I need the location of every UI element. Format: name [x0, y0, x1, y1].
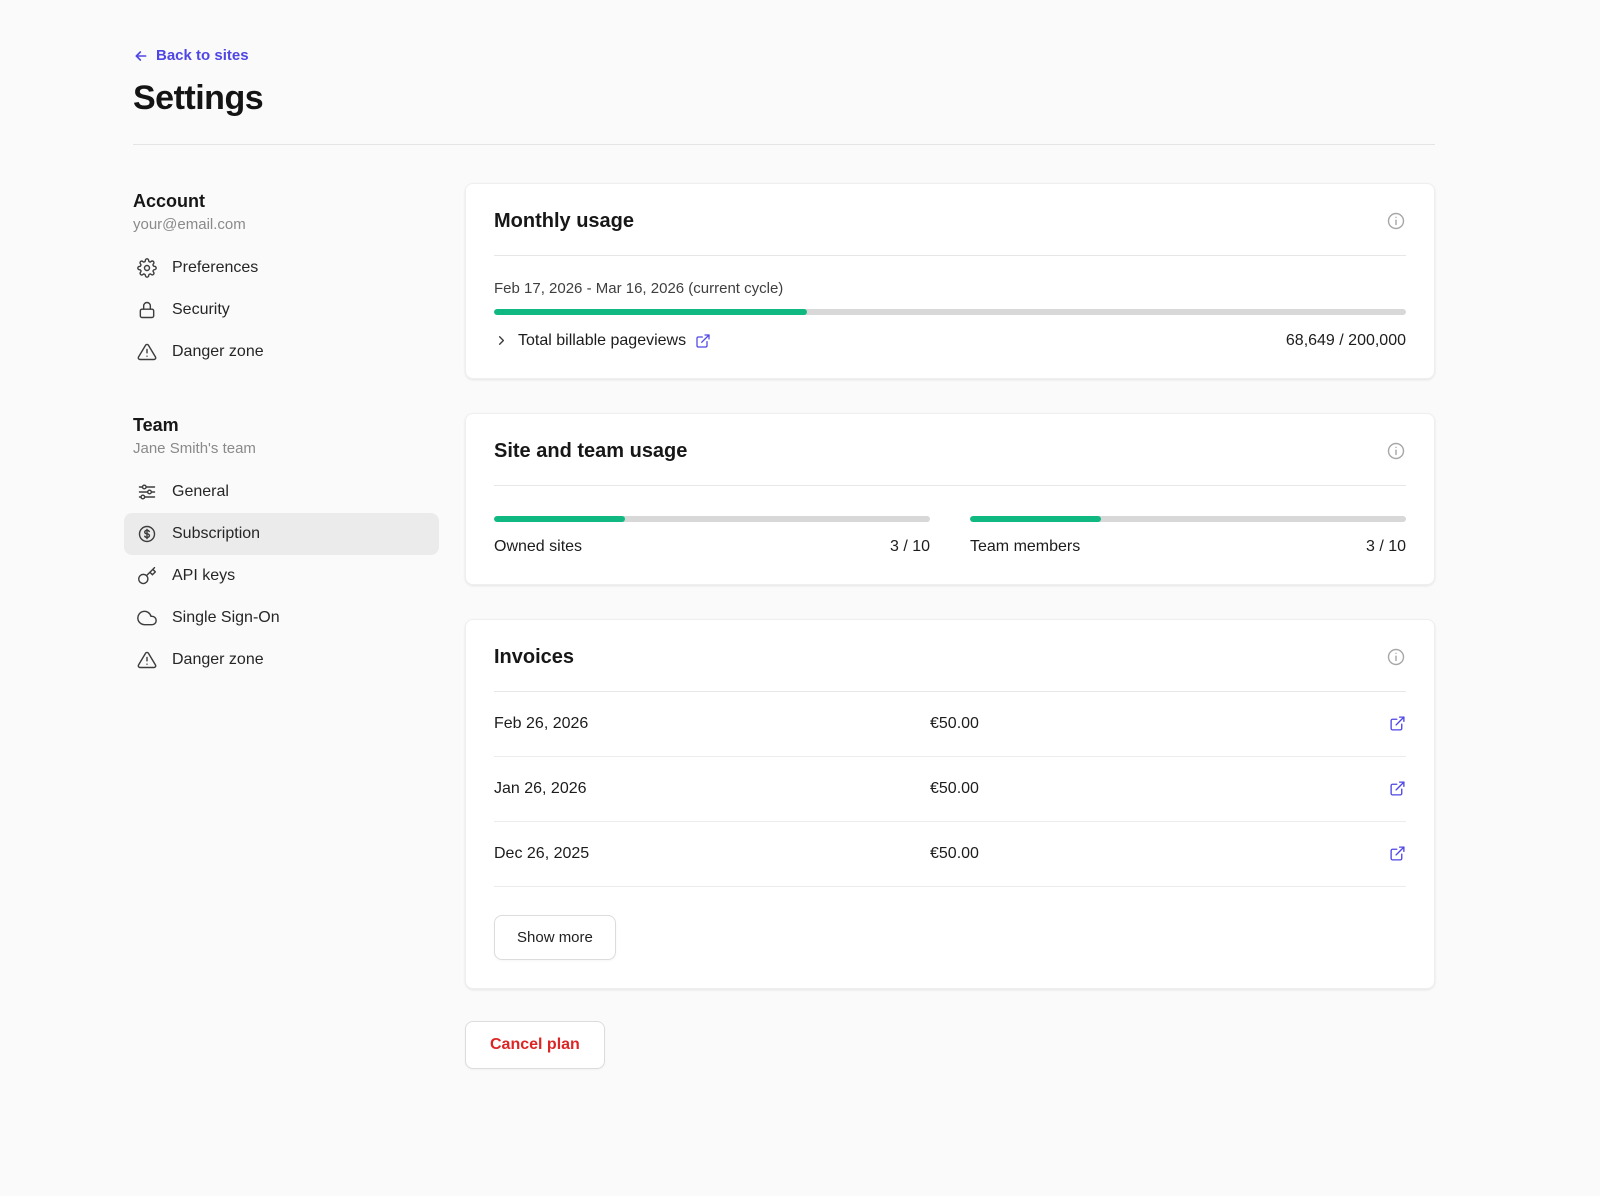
team-name: Jane Smith's team	[133, 440, 439, 457]
sliders-icon	[137, 482, 157, 502]
sidebar-item-general[interactable]: General	[124, 471, 439, 513]
sidebar-item-label: Preferences	[172, 259, 258, 277]
team-section: Team Jane Smith's team General Subscript…	[133, 415, 439, 681]
dollar-circle-icon	[137, 524, 157, 544]
sidebar-item-single-sign-on[interactable]: Single Sign-On	[124, 597, 439, 639]
invoice-amount: €50.00	[930, 715, 1366, 733]
settings-page: Back to sites Settings Account your@emai…	[133, 0, 1435, 1069]
gear-icon	[137, 258, 157, 278]
account-nav: Preferences Security Danger zone	[124, 247, 439, 373]
invoice-row: Jan 26, 2026 €50.00	[494, 757, 1406, 822]
pageviews-progress-fill	[494, 309, 807, 315]
team-members-label: Team members	[970, 538, 1080, 556]
chevron-right-icon	[494, 333, 509, 348]
team-members-progress-bar	[970, 516, 1406, 522]
owned-sites-progress-bar	[494, 516, 930, 522]
lock-icon	[137, 300, 157, 320]
sidebar-item-label: Single Sign-On	[172, 609, 280, 627]
external-link-icon[interactable]	[695, 333, 711, 349]
pageviews-progress-bar	[494, 309, 1406, 315]
owned-sites-meter: Owned sites 3 / 10	[494, 516, 930, 556]
team-members-value: 3 / 10	[1366, 538, 1406, 556]
team-nav: General Subscription API keys	[124, 471, 439, 681]
invoice-date: Feb 26, 2026	[494, 715, 930, 733]
info-icon[interactable]	[1386, 647, 1406, 667]
back-to-sites-link[interactable]: Back to sites	[133, 47, 249, 64]
site-team-usage-title: Site and team usage	[494, 440, 687, 463]
show-more-button[interactable]: Show more	[494, 915, 616, 960]
sidebar-item-label: Danger zone	[172, 651, 264, 669]
team-members-progress-fill	[970, 516, 1101, 522]
billing-cycle-text: Feb 17, 2026 - Mar 16, 2026 (current cyc…	[494, 280, 1406, 297]
sidebar-item-danger-zone-account[interactable]: Danger zone	[124, 331, 439, 373]
owned-sites-value: 3 / 10	[890, 538, 930, 556]
sidebar-item-danger-zone-team[interactable]: Danger zone	[124, 639, 439, 681]
pageviews-row: Total billable pageviews 68,649 / 200,00…	[494, 332, 1406, 350]
sidebar-item-subscription[interactable]: Subscription	[124, 513, 439, 555]
warning-triangle-icon	[137, 650, 157, 670]
cancel-plan-button[interactable]: Cancel plan	[465, 1021, 605, 1069]
back-link-label: Back to sites	[156, 47, 249, 64]
invoice-date: Jan 26, 2026	[494, 780, 930, 798]
monthly-usage-title: Monthly usage	[494, 210, 634, 233]
sidebar-item-label: Subscription	[172, 525, 260, 543]
account-heading: Account	[133, 191, 439, 212]
invoice-row: Feb 26, 2026 €50.00	[494, 692, 1406, 757]
info-icon[interactable]	[1386, 441, 1406, 461]
account-email: your@email.com	[133, 216, 439, 233]
pageviews-expand-toggle[interactable]: Total billable pageviews	[494, 332, 711, 350]
owned-sites-progress-fill	[494, 516, 625, 522]
invoice-external-link-icon[interactable]	[1389, 845, 1406, 862]
invoice-amount: €50.00	[930, 780, 1366, 798]
pageviews-value: 68,649 / 200,000	[1286, 332, 1406, 350]
invoice-date: Dec 26, 2025	[494, 845, 930, 863]
invoices-card: Invoices Feb 26, 2026 €50.00 Jan 26, 202…	[465, 619, 1435, 989]
invoice-external-link-icon[interactable]	[1389, 780, 1406, 797]
sidebar-item-label: API keys	[172, 567, 235, 585]
page-title: Settings	[133, 79, 1435, 118]
team-members-meter: Team members 3 / 10	[970, 516, 1406, 556]
sidebar-item-api-keys[interactable]: API keys	[124, 555, 439, 597]
settings-main: Monthly usage Feb 17, 2026 - Mar 16, 202…	[465, 183, 1435, 1069]
owned-sites-label: Owned sites	[494, 538, 582, 556]
site-team-usage-card: Site and team usage Owned sites 3 / 10	[465, 413, 1435, 585]
card-divider	[494, 255, 1406, 256]
invoice-amount: €50.00	[930, 845, 1366, 863]
team-heading: Team	[133, 415, 439, 436]
invoices-title: Invoices	[494, 646, 574, 669]
sidebar-item-label: General	[172, 483, 229, 501]
sidebar-item-label: Danger zone	[172, 343, 264, 361]
sidebar-item-label: Security	[172, 301, 230, 319]
warning-triangle-icon	[137, 342, 157, 362]
sidebar-item-preferences[interactable]: Preferences	[124, 247, 439, 289]
account-section: Account your@email.com Preferences Secur…	[133, 191, 439, 373]
settings-sidebar: Account your@email.com Preferences Secur…	[133, 183, 439, 1069]
back-arrow-icon	[133, 48, 149, 64]
page-header: Back to sites Settings	[133, 47, 1435, 145]
invoice-row: Dec 26, 2025 €50.00	[494, 822, 1406, 887]
key-icon	[137, 566, 157, 586]
card-divider	[494, 485, 1406, 486]
cloud-icon	[137, 608, 157, 628]
info-icon[interactable]	[1386, 211, 1406, 231]
pageviews-label: Total billable pageviews	[518, 332, 686, 350]
monthly-usage-card: Monthly usage Feb 17, 2026 - Mar 16, 202…	[465, 183, 1435, 379]
sidebar-item-security[interactable]: Security	[124, 289, 439, 331]
invoice-external-link-icon[interactable]	[1389, 715, 1406, 732]
